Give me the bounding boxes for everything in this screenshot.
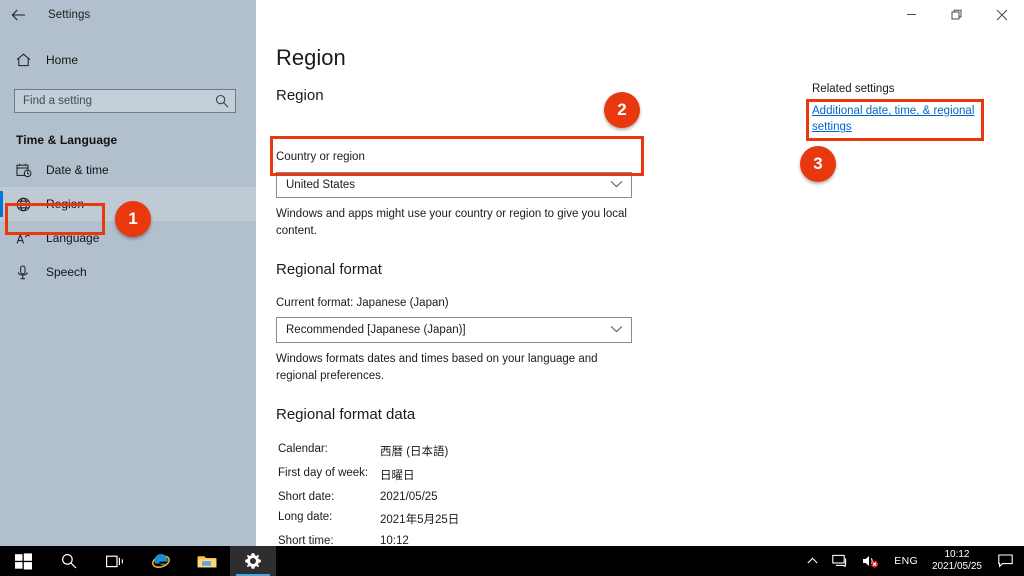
table-row: First day of week: 日曜日: [278, 467, 459, 489]
search-button[interactable]: [46, 546, 92, 576]
regional-format-description: Windows formats dates and times based on…: [276, 353, 598, 382]
main-content: Region Region Country or region United S…: [256, 29, 1024, 546]
volume-muted-icon[interactable]: [855, 554, 886, 568]
regional-format-combo[interactable]: Recommended [Japanese (Japan)]: [276, 317, 632, 343]
title-bar-left: Settings: [0, 0, 256, 29]
country-description: Windows and apps might use your country …: [276, 208, 627, 237]
search-placeholder: Find a setting: [23, 95, 93, 107]
calendar-clock-icon: [16, 163, 42, 178]
table-row: Calendar: 西暦 (日本語): [278, 443, 459, 465]
regional-format-combo-value: Recommended [Japanese (Japan)]: [286, 324, 466, 336]
globe-icon: [16, 197, 42, 212]
selection-accent-bar: [0, 191, 3, 217]
search-icon: [215, 94, 229, 113]
minimize-button[interactable]: [889, 0, 934, 29]
table-row: Long date: 2021年5月25日: [278, 511, 459, 533]
regional-format-data-table: Calendar: 西暦 (日本語) First day of week: 日曜…: [276, 441, 461, 546]
sidebar-item-home-label: Home: [46, 53, 79, 67]
related-settings-panel: Related settings Additional date, time, …: [812, 83, 1002, 136]
row-key: Short time:: [278, 535, 334, 546]
chevron-down-icon: [610, 179, 623, 191]
table-row: Short date: 2021/05/25: [278, 491, 459, 509]
chevron-down-icon: [610, 324, 623, 336]
regional-format-data-heading: Regional format data: [276, 406, 416, 423]
settings-window: Settings Home Find a setting Time & Lang…: [0, 0, 1024, 546]
settings-button[interactable]: [230, 546, 276, 576]
row-value: 2021年5月25日: [380, 514, 460, 526]
back-arrow-icon[interactable]: [0, 0, 36, 29]
restore-button[interactable]: [934, 0, 979, 29]
row-value: 西暦 (日本語): [380, 446, 449, 458]
language-icon: [16, 231, 42, 246]
row-value: 10:12: [380, 535, 409, 546]
file-explorer-button[interactable]: [184, 546, 230, 576]
row-key: Calendar:: [278, 443, 328, 455]
action-center-icon[interactable]: [992, 554, 1024, 568]
home-icon: [16, 53, 42, 67]
tray-language-indicator[interactable]: ENG: [886, 555, 926, 567]
row-key: Long date:: [278, 511, 333, 523]
region-section-heading: Region: [276, 87, 324, 104]
start-button[interactable]: [0, 546, 46, 576]
sidebar-item-speech-label: Speech: [46, 265, 87, 279]
row-value: 2021/05/25: [380, 491, 438, 503]
row-key: Short date:: [278, 491, 335, 503]
sidebar-item-speech[interactable]: Speech: [0, 255, 256, 289]
window-title: Settings: [48, 8, 91, 21]
sidebar-item-home[interactable]: Home: [0, 43, 256, 77]
screen: Settings Home Find a setting Time & Lang…: [0, 0, 1024, 576]
microphone-icon: [16, 265, 42, 280]
system-tray: ENG 10:12 2021/05/25: [800, 546, 1024, 576]
country-label: Country or region: [276, 151, 365, 163]
page-title: Region: [276, 45, 346, 70]
annotation-badge-1: 1: [115, 201, 151, 237]
regional-format-heading: Regional format: [276, 261, 382, 278]
row-value: 日曜日: [380, 470, 415, 482]
table-row: Short time: 10:12: [278, 535, 459, 546]
current-format-label: Current format: Japanese (Japan): [276, 297, 449, 309]
sidebar-item-date-time-label: Date & time: [46, 163, 109, 177]
annotation-badge-3: 3: [800, 146, 836, 182]
country-combo-value: United States: [286, 179, 356, 191]
title-bar: Settings: [0, 0, 1024, 29]
sidebar-category-title: Time & Language: [16, 133, 118, 147]
tray-clock[interactable]: 10:12 2021/05/25: [926, 549, 992, 574]
country-combo[interactable]: United States: [276, 172, 632, 198]
annotation-badge-2: 2: [604, 92, 640, 128]
search-wrapper: Find a setting: [0, 77, 256, 113]
related-settings-title: Related settings: [812, 83, 895, 95]
taskbar: ENG 10:12 2021/05/25: [0, 546, 1024, 576]
row-key: First day of week:: [278, 467, 369, 479]
task-view-button[interactable]: [92, 546, 138, 576]
search-input[interactable]: Find a setting: [14, 89, 236, 113]
sidebar-item-language-label: Language: [46, 231, 100, 245]
network-icon[interactable]: [825, 554, 855, 568]
related-settings-link[interactable]: Additional date, time, & regional settin…: [812, 103, 980, 136]
caption-buttons: [889, 0, 1024, 29]
sidebar: Home Find a setting Time & Language Date…: [0, 29, 256, 546]
sidebar-item-region-label: Region: [46, 197, 85, 211]
tray-time: 10:12: [944, 548, 970, 560]
chevron-up-icon[interactable]: [800, 557, 825, 565]
internet-explorer-button[interactable]: [138, 546, 184, 576]
tray-date: 2021/05/25: [931, 561, 982, 572]
sidebar-item-date-time[interactable]: Date & time: [0, 153, 256, 187]
close-button[interactable]: [979, 0, 1024, 29]
